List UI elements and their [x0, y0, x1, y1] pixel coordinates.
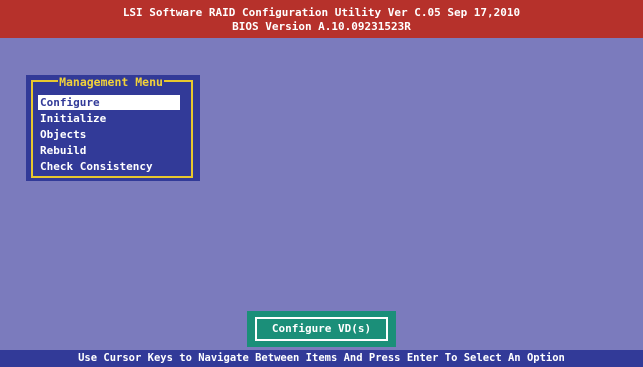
menu-item-objects[interactable]: Objects — [38, 127, 180, 142]
bios-version: BIOS Version A.10.09231523R — [232, 20, 411, 33]
utility-title: LSI Software RAID Configuration Utility … — [122, 6, 521, 19]
menu-item-initialize[interactable]: Initialize — [38, 111, 180, 126]
menu-item-check-consistency[interactable]: Check Consistency — [38, 159, 180, 174]
bios-screen: LSI Software RAID Configuration Utility … — [0, 0, 643, 367]
menu-title: Management Menu — [58, 75, 164, 89]
status-bar: Use Cursor Keys to Navigate Between Item… — [0, 350, 643, 367]
menu-item-rebuild[interactable]: Rebuild — [38, 143, 180, 158]
submenu-hint: Configure VD(s) — [255, 317, 388, 341]
title-bar: LSI Software RAID Configuration Utility … — [0, 0, 643, 38]
submenu-hint-box: Configure VD(s) — [247, 311, 396, 347]
menu-item-configure[interactable]: Configure — [38, 95, 180, 110]
